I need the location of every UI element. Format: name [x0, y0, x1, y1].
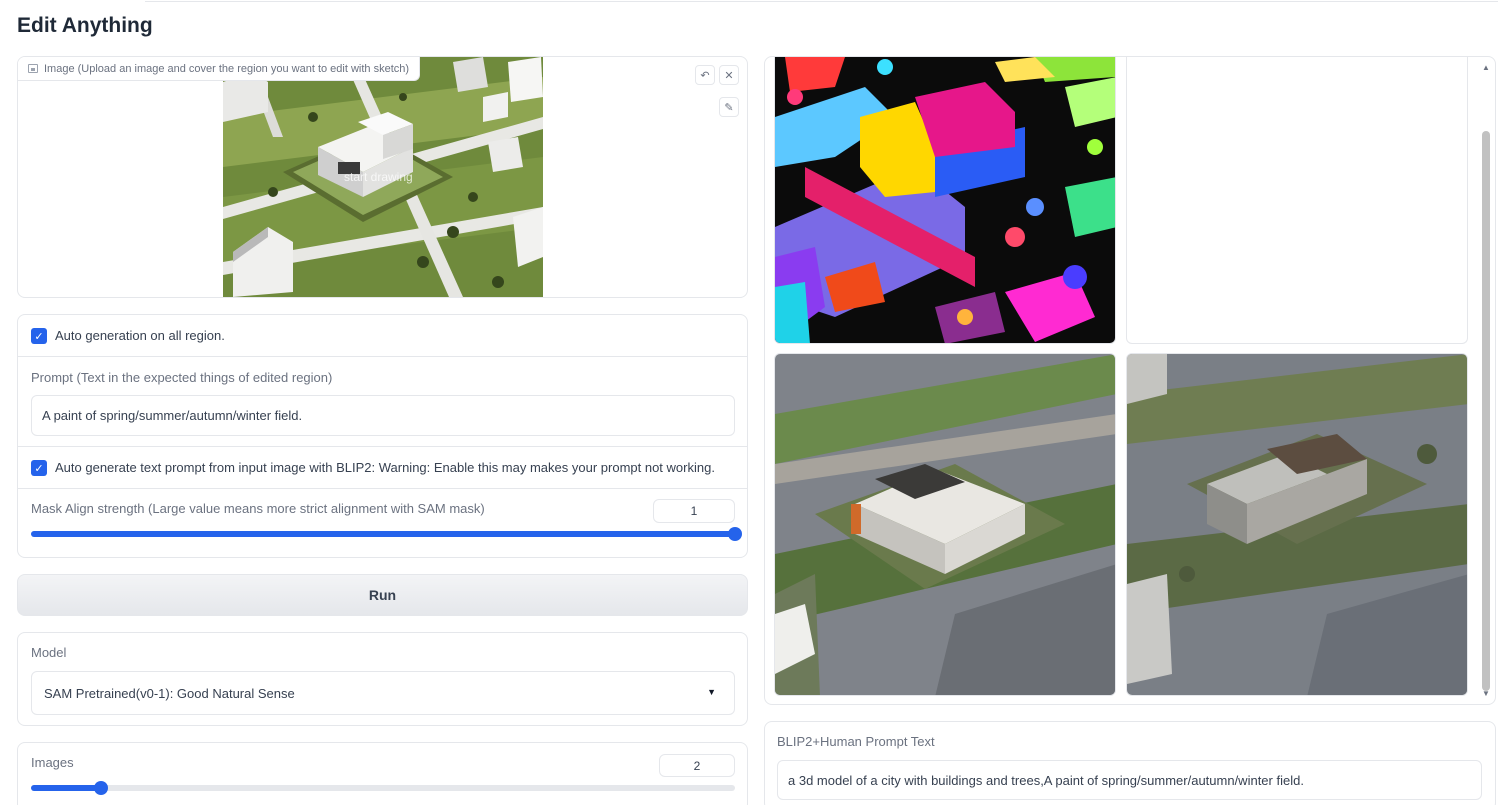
result-image-1-picture: [775, 354, 1115, 695]
auto-generation-row: ✓ Auto generation on all region.: [18, 315, 747, 357]
prompt-input[interactable]: A paint of spring/summer/autumn/winter f…: [31, 395, 735, 436]
mask-align-slider[interactable]: [31, 527, 742, 541]
auto-blip-row: ✓ Auto generate text prompt from input i…: [18, 447, 747, 489]
scroll-up-icon[interactable]: ▲: [1482, 63, 1490, 72]
dropdown-arrow-icon: ▼: [707, 687, 716, 697]
prompt-row: Prompt (Text in the expected things of e…: [18, 357, 747, 447]
image-editor[interactable]: Image (Upload an image and cover the reg…: [17, 56, 748, 298]
result-image-2-picture: [1127, 354, 1467, 695]
run-button[interactable]: Run: [17, 574, 748, 616]
auto-blip-checkbox[interactable]: ✓: [31, 460, 47, 476]
gallery-scrollbar[interactable]: ▲ ▼: [1479, 59, 1492, 702]
brush-icon: ✎: [724, 101, 734, 114]
mask-align-label: Mask Align strength (Large value means m…: [31, 501, 485, 516]
images-number[interactable]: 2: [659, 754, 735, 777]
images-label: Images: [31, 755, 74, 770]
output-gallery: ▲ ▼: [764, 56, 1496, 705]
image-editor-label-text: Image (Upload an image and cover the reg…: [44, 62, 410, 75]
image-icon: [28, 64, 38, 73]
gallery-scroll-thumb[interactable]: [1482, 131, 1490, 691]
images-slider[interactable]: [31, 781, 735, 795]
brush-button[interactable]: ✎: [719, 97, 739, 117]
undo-icon: ↶: [700, 69, 710, 82]
mask-align-row: Mask Align strength (Large value means m…: [18, 489, 747, 557]
undo-button[interactable]: ↶: [695, 65, 715, 85]
blip-prompt-label: BLIP2+Human Prompt Text: [777, 734, 935, 749]
start-drawing-hint: start drawing: [344, 170, 413, 184]
model-dropdown[interactable]: SAM Pretrained(v0-1): Good Natural Sense…: [31, 671, 735, 715]
blip-prompt-panel: BLIP2+Human Prompt Text a 3d model of a …: [764, 721, 1496, 805]
blip-prompt-output[interactable]: a 3d model of a city with buildings and …: [777, 760, 1482, 800]
auto-generation-label: Auto generation on all region.: [55, 328, 225, 343]
mask-align-slider-thumb[interactable]: [728, 527, 742, 541]
mask-align-slider-fill: [31, 531, 735, 537]
check-icon: ✓: [34, 330, 44, 343]
result-image-1[interactable]: [774, 353, 1116, 696]
tab-underline: [145, 0, 1498, 2]
auto-generation-checkbox[interactable]: ✓: [31, 328, 47, 344]
mask-align-number[interactable]: 1: [653, 499, 735, 523]
images-slider-thumb[interactable]: [94, 781, 109, 795]
segmentation-mask: [775, 57, 1115, 343]
check-icon: ✓: [34, 462, 44, 475]
clear-button[interactable]: ✕: [719, 65, 739, 85]
prompt-label: Prompt (Text in the expected things of e…: [31, 370, 333, 385]
image-editor-label: Image (Upload an image and cover the reg…: [18, 57, 421, 81]
model-selected: SAM Pretrained(v0-1): Good Natural Sense: [44, 685, 295, 701]
model-label: Model: [31, 645, 67, 660]
auto-blip-label: Auto generate text prompt from input ima…: [55, 460, 715, 475]
sam-mask-image[interactable]: [774, 57, 1116, 344]
page-title: Edit Anything: [17, 14, 153, 37]
images-slider-fill: [31, 785, 102, 791]
result-image-2[interactable]: [1126, 353, 1468, 696]
images-panel: Images 2: [17, 742, 748, 805]
settings-group: ✓ Auto generation on all region. Prompt …: [17, 314, 748, 558]
close-icon: ✕: [724, 69, 734, 82]
gallery-empty-slot[interactable]: [1126, 57, 1468, 344]
scroll-down-icon[interactable]: ▼: [1482, 689, 1490, 698]
model-panel: Model SAM Pretrained(v0-1): Good Natural…: [17, 632, 748, 726]
